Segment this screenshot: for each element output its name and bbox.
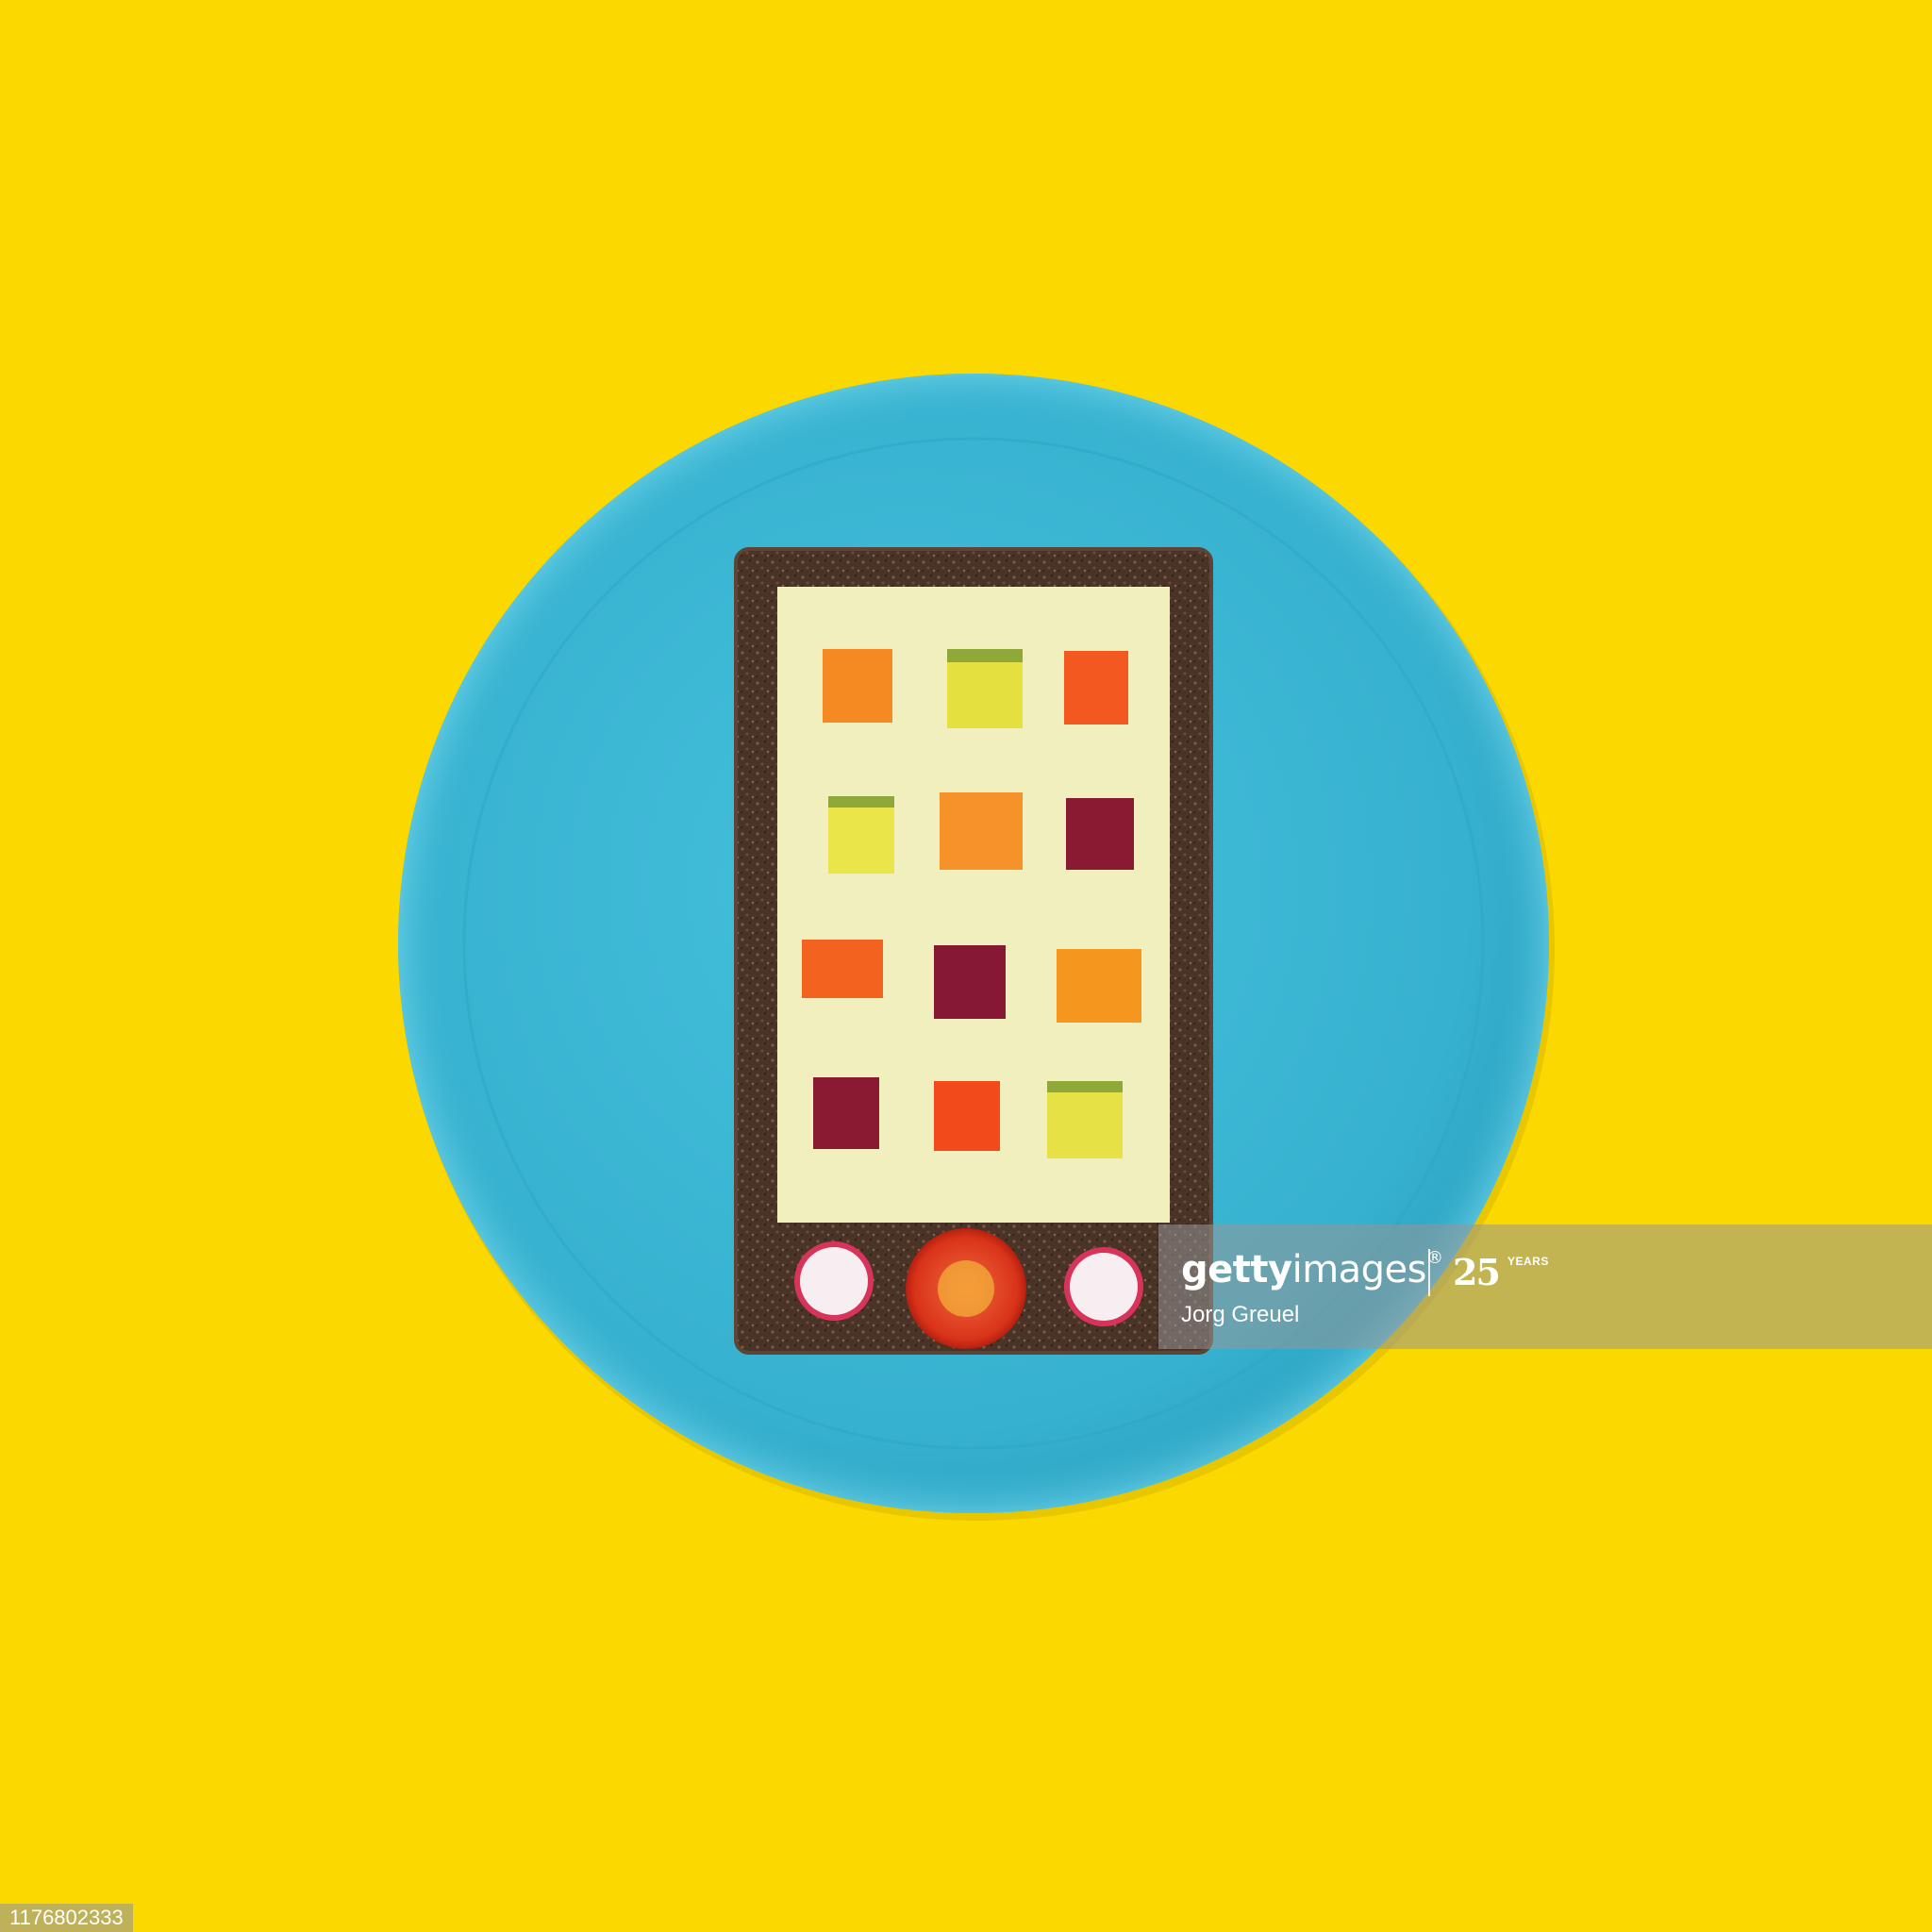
carrot-cube	[1057, 949, 1141, 1023]
beet-cube	[813, 1077, 879, 1149]
photographer-credit: Jorg Greuel	[1181, 1302, 1300, 1327]
cucumber-cube	[1047, 1081, 1123, 1158]
pepper-cube	[934, 1081, 1000, 1151]
beet-cube	[1066, 798, 1134, 870]
logo-divider	[1428, 1249, 1430, 1296]
radish-slice-inner	[800, 1247, 868, 1315]
gettyimages-logo: gettyimages®	[1181, 1248, 1443, 1291]
carrot-cube	[940, 792, 1023, 870]
cucumber-cube-skin	[828, 796, 894, 808]
25-years-logo: 25	[1453, 1251, 1501, 1293]
cucumber-cube	[828, 796, 894, 874]
radish-slice-inner	[1070, 1253, 1138, 1321]
carrot-cube	[823, 649, 892, 723]
cucumber-cube-skin	[1047, 1081, 1123, 1092]
pepper-cube	[802, 940, 883, 998]
tomato-seeds	[938, 1260, 994, 1317]
image-id-label: 1176802333	[0, 1904, 133, 1932]
food-art-photo	[398, 374, 1555, 1521]
cucumber-cube-skin	[947, 649, 1023, 662]
beet-cube	[934, 945, 1006, 1019]
years-label: YEARS	[1507, 1255, 1549, 1268]
pepper-cube	[1064, 651, 1128, 724]
